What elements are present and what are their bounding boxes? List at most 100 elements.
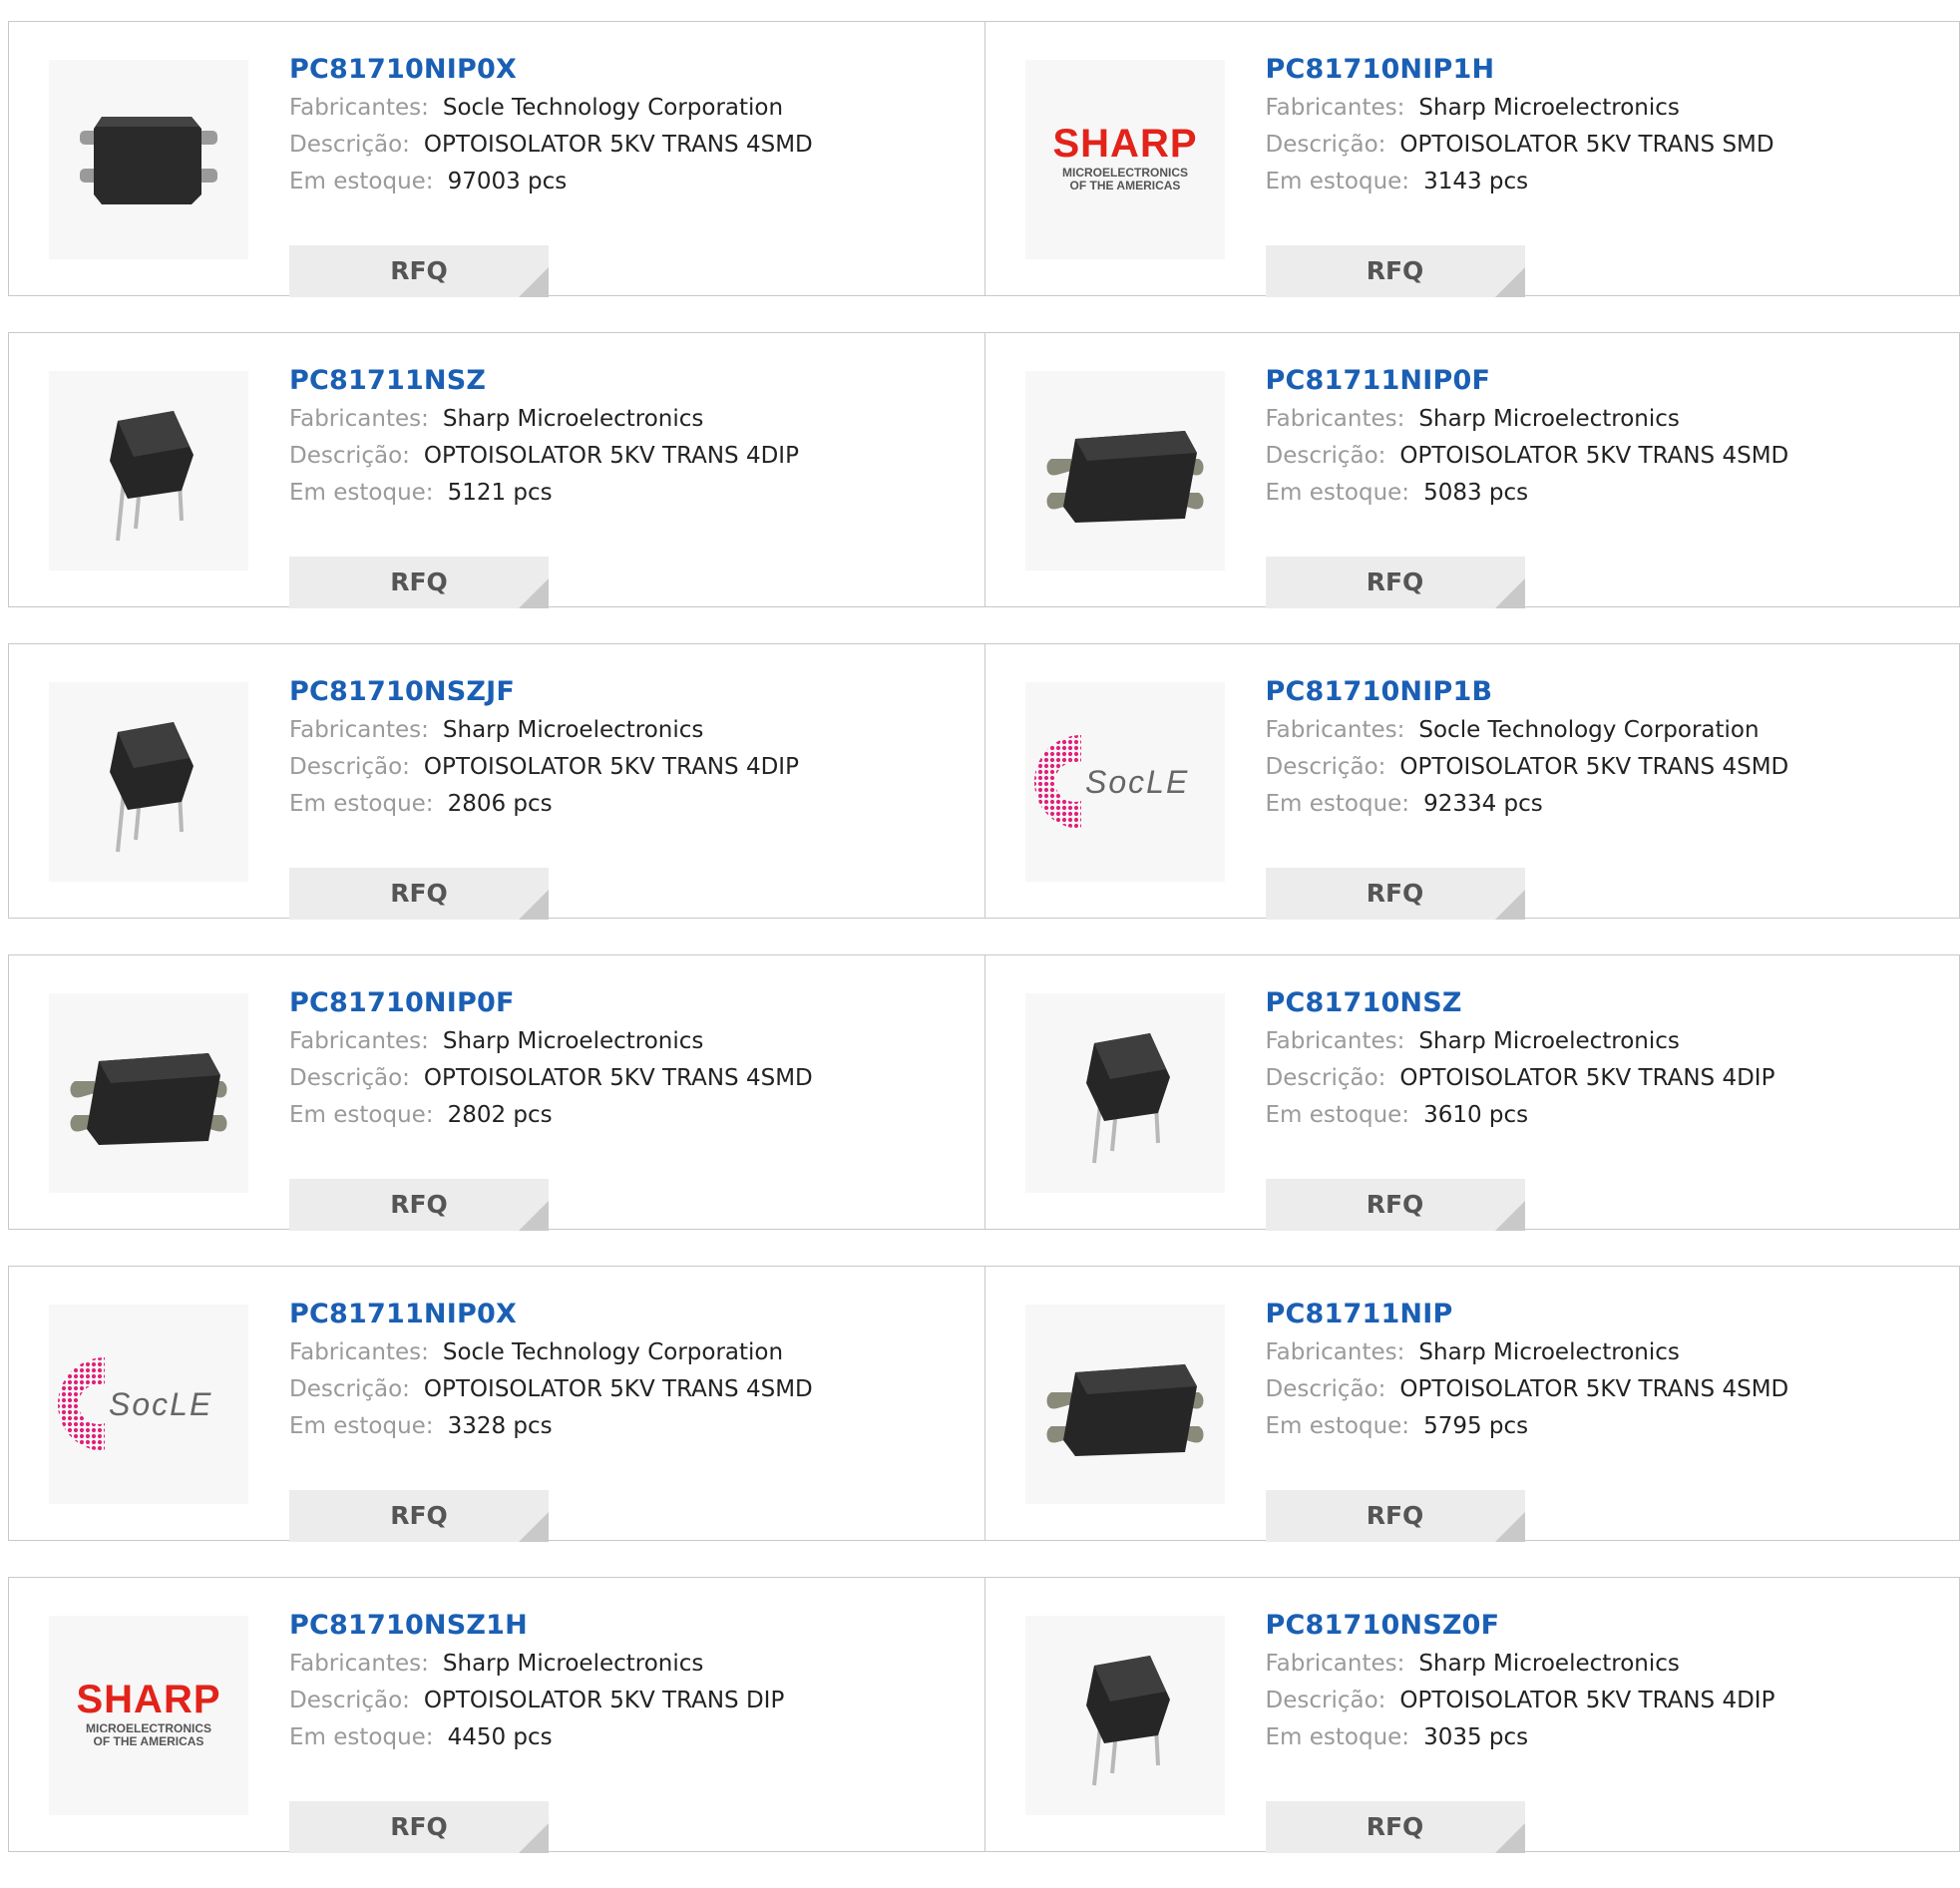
description-label: Descrição: xyxy=(289,1688,410,1713)
part-number-link[interactable]: PC81710NIP1B xyxy=(1266,672,1950,712)
corner-fold-icon xyxy=(1494,1823,1525,1853)
product-image[interactable] xyxy=(1024,993,1225,1193)
sharp-line2: OF THE AMERICAS xyxy=(94,1734,204,1748)
rfq-button[interactable]: RFQ xyxy=(1265,557,1525,608)
part-number-link[interactable]: PC81710NIP0X xyxy=(289,50,975,90)
part-number-link[interactable]: PC81711NIP0F xyxy=(1266,361,1950,401)
product-card: SocLE PC81710NIP1B Fabricantes: Socle Tec… xyxy=(983,644,1960,920)
manufacturer-label: Fabricantes: xyxy=(289,95,429,121)
dip-chip-icon xyxy=(1085,1033,1170,1164)
corner-fold-icon xyxy=(1494,890,1525,920)
product-row: SocLE PC81711NIP0X Fabricantes: Socle Tec… xyxy=(8,1266,1960,1542)
manufacturer-label: Fabricantes: xyxy=(1265,1651,1405,1677)
description-label: Descrição: xyxy=(1265,754,1386,780)
description-label: Descrição: xyxy=(289,1376,410,1402)
part-number-link[interactable]: PC81710NSZ xyxy=(1266,983,1950,1023)
description-value: OPTOISOLATOR 5KV TRANS 4DIP xyxy=(423,443,799,469)
rfq-label: RFQ xyxy=(390,1501,448,1530)
stock-line: Em estoque: 3143 pcs xyxy=(1266,164,1950,200)
manufacturer-line: Fabricantes: Socle Technology Corporation xyxy=(1266,712,1950,749)
product-image[interactable] xyxy=(49,993,248,1193)
product-image[interactable] xyxy=(1024,371,1225,570)
manufacturer-line: Fabricantes: Sharp Microelectronics xyxy=(1266,1023,1950,1060)
stock-line: Em estoque: 4450 pcs xyxy=(289,1719,975,1756)
description-label: Descrição: xyxy=(289,443,410,469)
socle-logo: SocLE xyxy=(58,1357,210,1451)
part-number-link[interactable]: PC81710NIP0F xyxy=(289,983,975,1023)
rfq-button[interactable]: RFQ xyxy=(1265,1179,1525,1231)
part-number-link[interactable]: PC81711NIP0X xyxy=(289,1295,975,1334)
stock-line: Em estoque: 97003 pcs xyxy=(289,164,975,200)
product-image[interactable]: SocLE xyxy=(49,1305,248,1504)
product-info: PC81711NIP Fabricantes: Sharp Microelectr… xyxy=(1265,1295,1950,1542)
product-row: PC81710NIP0F Fabricantes: Sharp Microelec… xyxy=(8,954,1960,1231)
corner-fold-icon xyxy=(519,1201,549,1231)
manufacturer-value: Socle Technology Corporation xyxy=(442,95,784,121)
rfq-button[interactable]: RFQ xyxy=(289,557,549,608)
smd-chip-small-icon xyxy=(80,117,217,204)
product-image[interactable]: SocLE xyxy=(1024,682,1225,882)
product-image[interactable]: SHARP MICROELECTRONICS OF THE AMERICAS xyxy=(1024,60,1225,259)
sharp-brand: SHARP xyxy=(1052,122,1197,166)
product-image[interactable] xyxy=(49,60,248,259)
manufacturer-value: Sharp Microelectronics xyxy=(442,1028,704,1054)
product-row: SHARP MICROELECTRONICS OF THE AMERICAS P… xyxy=(8,1577,1960,1853)
rfq-label: RFQ xyxy=(1366,1501,1424,1530)
manufacturer-line: Fabricantes: Socle Technology Corporation xyxy=(289,1334,975,1371)
description-value: OPTOISOLATOR 5KV TRANS 4DIP xyxy=(423,754,799,780)
manufacturer-line: Fabricantes: Sharp Microelectronics xyxy=(1266,401,1950,438)
stock-value: 5795 pcs xyxy=(1423,1413,1529,1439)
part-number-link[interactable]: PC81710NSZ0F xyxy=(1266,1606,1950,1646)
product-image[interactable] xyxy=(49,371,248,570)
stock-line: Em estoque: 5083 pcs xyxy=(1266,475,1950,512)
description-line: Descrição: OPTOISOLATOR 5KV TRANS 4DIP xyxy=(1266,1683,1950,1719)
description-value: OPTOISOLATOR 5KV TRANS DIP xyxy=(423,1688,785,1713)
stock-value: 3143 pcs xyxy=(1423,169,1529,194)
part-number-link[interactable]: PC81711NSZ xyxy=(289,361,975,401)
manufacturer-label: Fabricantes: xyxy=(289,1651,429,1677)
product-card: PC81710NSZ0F Fabricantes: Sharp Microelec… xyxy=(983,1578,1960,1853)
description-label: Descrição: xyxy=(1265,1688,1386,1713)
rfq-button[interactable]: RFQ xyxy=(289,245,549,297)
manufacturer-value: Sharp Microelectronics xyxy=(442,1651,704,1677)
stock-label: Em estoque: xyxy=(289,480,434,506)
product-image[interactable] xyxy=(1024,1616,1225,1815)
part-number-link[interactable]: PC81710NIP1H xyxy=(1266,50,1950,90)
stock-value: 97003 pcs xyxy=(447,169,568,194)
smd-chip-icon xyxy=(1046,431,1203,523)
description-line: Descrição: OPTOISOLATOR 5KV TRANS 4DIP xyxy=(289,438,975,475)
rfq-button[interactable]: RFQ xyxy=(289,1801,549,1853)
rfq-button[interactable]: RFQ xyxy=(1265,1801,1525,1853)
product-card: PC81710NIP0X Fabricantes: Socle Technolog… xyxy=(9,22,984,297)
description-value: OPTOISOLATOR 5KV TRANS 4SMD xyxy=(423,1065,813,1091)
corner-fold-icon xyxy=(519,890,549,920)
sharp-line1: MICROELECTRONICS xyxy=(1062,166,1188,180)
product-image[interactable] xyxy=(49,682,248,882)
rfq-button[interactable]: RFQ xyxy=(1265,1490,1525,1542)
description-label: Descrição: xyxy=(1265,1376,1386,1402)
rfq-label: RFQ xyxy=(1366,567,1424,596)
rfq-button[interactable]: RFQ xyxy=(1265,868,1525,920)
rfq-button[interactable]: RFQ xyxy=(289,1490,549,1542)
stock-value: 2802 pcs xyxy=(447,1102,553,1128)
part-number-link[interactable]: PC81710NSZJF xyxy=(289,672,975,712)
rfq-button[interactable]: RFQ xyxy=(289,868,549,920)
description-line: Descrição: OPTOISOLATOR 5KV TRANS 4SMD xyxy=(289,1060,975,1097)
rfq-button[interactable]: RFQ xyxy=(289,1179,549,1231)
corner-fold-icon xyxy=(519,267,549,297)
manufacturer-label: Fabricantes: xyxy=(1265,1339,1405,1365)
manufacturer-value: Sharp Microelectronics xyxy=(1418,1651,1680,1677)
sharp-brand: SHARP xyxy=(76,1678,220,1721)
stock-value: 3610 pcs xyxy=(1423,1102,1529,1128)
product-image[interactable] xyxy=(1024,1305,1225,1504)
part-number-link[interactable]: PC81711NIP xyxy=(1266,1295,1950,1334)
socle-brand: SocLE xyxy=(1085,764,1189,800)
description-label: Descrição: xyxy=(1265,443,1386,469)
description-line: Descrição: OPTOISOLATOR 5KV TRANS 4DIP xyxy=(1266,1060,1950,1097)
manufacturer-label: Fabricantes: xyxy=(289,1028,429,1054)
rfq-button[interactable]: RFQ xyxy=(1265,245,1525,297)
description-value: OPTOISOLATOR 5KV TRANS 4SMD xyxy=(423,132,813,158)
stock-label: Em estoque: xyxy=(1265,1724,1410,1750)
product-image[interactable]: SHARP MICROELECTRONICS OF THE AMERICAS xyxy=(49,1616,248,1815)
part-number-link[interactable]: PC81710NSZ1H xyxy=(289,1606,975,1646)
